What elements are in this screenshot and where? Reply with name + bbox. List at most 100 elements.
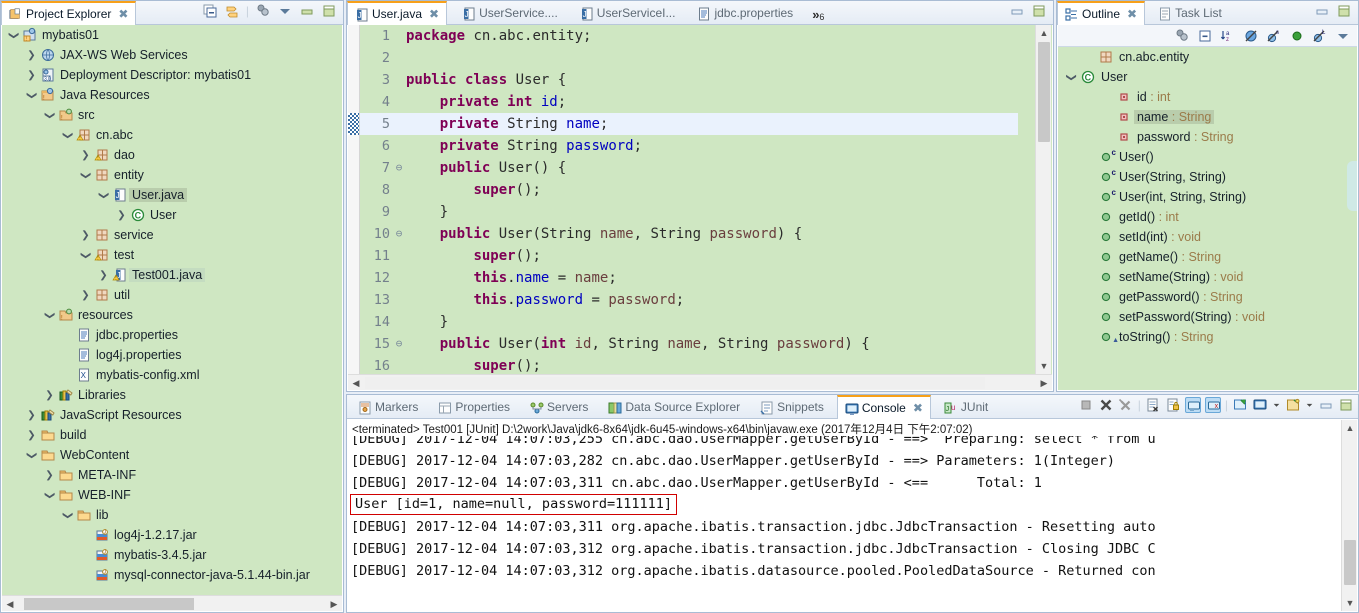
code-line[interactable]: 1 package cn.abc.entity; xyxy=(360,25,1018,47)
editor-tab-user-java[interactable]: J User.java ✖ xyxy=(347,1,448,25)
chevron-right-icon[interactable]: ❯ xyxy=(78,290,93,301)
console-tab-snippets[interactable]: Snippets xyxy=(753,395,831,418)
project-tree[interactable]: ❯! mybatis01 ❯ JAX-WS Web Services ❯ 3.0 Deplo… xyxy=(2,25,342,611)
terminate-icon[interactable] xyxy=(1078,397,1094,413)
tab-project-explorer[interactable]: Project Explorer ✖ xyxy=(1,1,137,25)
console-tab-junit[interactable]: Ju JUnit xyxy=(937,395,995,418)
hide-fields-icon[interactable] xyxy=(1243,28,1259,44)
code-line[interactable]: 9 } xyxy=(360,201,1018,223)
console-tab-servers[interactable]: Servers xyxy=(523,395,595,418)
hide-static-icon[interactable]: s xyxy=(1266,28,1282,44)
console-tab-console[interactable]: Console ✖ xyxy=(836,395,931,419)
outline-item-setname-string[interactable]: setName(String) : void xyxy=(1058,267,1357,287)
close-icon[interactable]: ✖ xyxy=(913,401,923,415)
outline-item-name[interactable]: name : String xyxy=(1058,107,1357,127)
chevron-right-icon[interactable]: ❯ xyxy=(42,390,57,401)
chevron-down-icon[interactable]: ❯ xyxy=(80,248,91,263)
hide-nonpublic-icon[interactable] xyxy=(1289,28,1305,44)
tree-item-dao[interactable]: ❯! dao xyxy=(2,145,342,165)
tree-item-log4j-1-2-17-jar[interactable]: Jlog4j-1.2.17.jar xyxy=(2,525,342,545)
tree-item-meta-inf[interactable]: ❯ META-INF xyxy=(2,465,342,485)
tree-item-mysql-connector-java-5-1-44-bin-jar[interactable]: Jmysql-connector-java-5.1.44-bin.jar xyxy=(2,565,342,585)
view-menu-filter-icon[interactable] xyxy=(255,3,271,19)
scroll-left-arrow[interactable]: ◀ xyxy=(348,375,364,390)
clear-console-icon[interactable] xyxy=(1145,397,1161,413)
outline-item-password[interactable]: password : String xyxy=(1058,127,1357,147)
chevron-right-icon[interactable]: ❯ xyxy=(78,230,93,241)
scroll-left-arrow[interactable]: ◀ xyxy=(2,596,18,612)
chevron-down-icon[interactable]: ❯ xyxy=(62,508,73,523)
code-line[interactable]: 6 private String password; xyxy=(360,135,1018,157)
chevron-down-icon[interactable]: ❯ xyxy=(44,308,55,323)
code-line[interactable]: 16 super(); xyxy=(360,355,1018,374)
tree-item-javascript-resources[interactable]: ❯ JavaScript Resources xyxy=(2,405,342,425)
outline-item-user[interactable]: c User() xyxy=(1058,147,1357,167)
tree-item-user-java[interactable]: ❯ J User.java xyxy=(2,185,342,205)
code-line[interactable]: 8 super(); xyxy=(360,179,1018,201)
chevron-down-icon[interactable]: ❯ xyxy=(98,188,109,203)
maximize-icon[interactable] xyxy=(1031,3,1047,19)
outline-item-id[interactable]: id : int xyxy=(1058,87,1357,107)
code-line[interactable]: 2 xyxy=(360,47,1018,69)
chevron-down-icon[interactable]: ❯ xyxy=(62,128,73,143)
code-editor-area[interactable]: 1 package cn.abc.entity; 2 3 public class Us… xyxy=(348,25,1052,390)
chevron-right-icon[interactable]: ❯ xyxy=(96,270,111,281)
remove-all-terminated-icon[interactable] xyxy=(1118,397,1134,413)
console-tab-markers[interactable]: Markers xyxy=(351,395,425,418)
show-console-on-error-icon[interactable]: x xyxy=(1204,397,1221,413)
chevron-right-icon[interactable]: ❯ xyxy=(24,50,39,61)
editor-tab-overflow[interactable]: » 6 xyxy=(812,7,824,22)
maximize-icon[interactable] xyxy=(1338,397,1354,413)
scroll-thumb[interactable] xyxy=(1038,42,1050,142)
outline-item-user[interactable]: ❯ C User xyxy=(1058,67,1357,87)
collapse-icon[interactable] xyxy=(1197,28,1213,44)
chevron-down-icon[interactable]: ❯ xyxy=(44,488,55,503)
tree-item-service[interactable]: ❯ service xyxy=(2,225,342,245)
scroll-down-arrow[interactable]: ▼ xyxy=(1342,595,1358,611)
tree-item-web-inf[interactable]: ❯ WEB-INF xyxy=(2,485,342,505)
tree-item-entity[interactable]: ❯ entity xyxy=(2,165,342,185)
console-tab-data-source-explorer[interactable]: Data Source Explorer xyxy=(601,395,747,418)
editor-tab-userservice[interactable]: J UserService.... xyxy=(455,1,565,24)
console-vscrollbar[interactable]: ▲ ▼ xyxy=(1341,420,1357,611)
close-icon[interactable]: ✖ xyxy=(1127,7,1137,21)
display-selected-console-icon[interactable] xyxy=(1252,397,1268,413)
sort-az-icon[interactable]: az xyxy=(1220,28,1236,44)
tree-item-test001-java[interactable]: ❯ J! Test001.java xyxy=(2,265,342,285)
outline-item-getpassword[interactable]: getPassword() : String xyxy=(1058,287,1357,307)
show-console-on-output-icon[interactable] xyxy=(1184,397,1201,413)
code-line[interactable]: 4 private int id; xyxy=(360,91,1018,113)
code-line[interactable]: 14 } xyxy=(360,311,1018,333)
chevron-right-icon[interactable]: ❯ xyxy=(24,70,39,81)
chevron-down-icon[interactable]: ❯ xyxy=(80,168,91,183)
code-line[interactable]: 11 super(); xyxy=(360,245,1018,267)
collapse-all-icon[interactable] xyxy=(1174,28,1190,44)
code-line[interactable]: 10 ⊖ public User(String name, String pass… xyxy=(360,223,1018,245)
chevron-down-icon[interactable]: ❯ xyxy=(26,448,37,463)
console-output[interactable]: [DEBUG] 2017-12-04 14:07:03,255 cn.abc.d… xyxy=(348,436,1341,611)
maximize-icon[interactable] xyxy=(1336,3,1352,19)
tree-item-lib[interactable]: ❯ lib xyxy=(2,505,342,525)
outline-item-getname[interactable]: getName() : String xyxy=(1058,247,1357,267)
tree-item-test[interactable]: ❯! test xyxy=(2,245,342,265)
outline-item-tostring[interactable]: ▲ toString() : String xyxy=(1058,327,1357,347)
chevron-down-icon[interactable] xyxy=(1272,397,1281,413)
outline-tab-task-list[interactable]: Task List xyxy=(1151,1,1229,24)
minimize-icon[interactable] xyxy=(1318,397,1334,413)
code-line[interactable]: 15 ⊖ public User(int id, String name, Str… xyxy=(360,333,1018,355)
view-menu-icon[interactable] xyxy=(277,3,293,19)
link-with-editor-icon[interactable] xyxy=(224,3,240,19)
code-lines[interactable]: 1 package cn.abc.entity; 2 3 public class Us… xyxy=(360,25,1018,374)
maximize-icon[interactable] xyxy=(321,3,337,19)
editor-tab-userservicei[interactable]: J UserServiceI... xyxy=(573,1,683,24)
chevron-right-icon[interactable]: ❯ xyxy=(42,470,57,481)
fold-collapse-icon[interactable]: ⊖ xyxy=(392,157,406,179)
chevron-right-icon[interactable]: ❯ xyxy=(24,430,39,441)
tree-item-log4j-properties[interactable]: log4j.properties xyxy=(2,345,342,365)
tree-item-util[interactable]: ❯ util xyxy=(2,285,342,305)
scroll-right-arrow[interactable]: ▶ xyxy=(326,596,342,612)
hide-local-icon[interactable]: L xyxy=(1312,28,1328,44)
outline-item-setid-int[interactable]: setId(int) : void xyxy=(1058,227,1357,247)
console-tab-properties[interactable]: Properties xyxy=(431,395,517,418)
outline-item-user-int-string-string[interactable]: c User(int, String, String) xyxy=(1058,187,1357,207)
